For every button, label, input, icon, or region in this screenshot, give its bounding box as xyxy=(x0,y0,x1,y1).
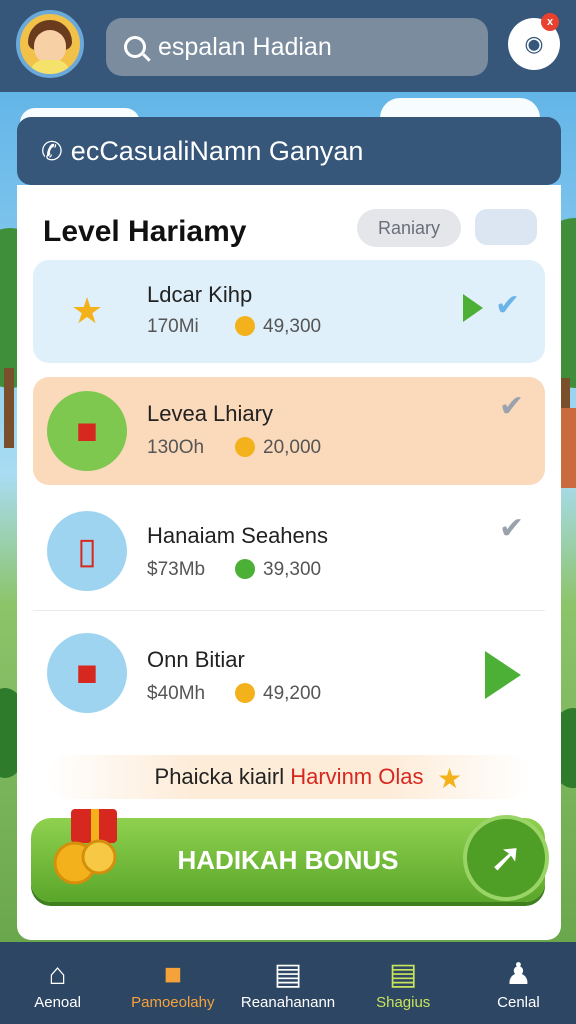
coin-icon xyxy=(235,559,255,579)
nav-item-list[interactable]: ▤ Reanahanann xyxy=(230,942,345,1024)
nav-item-home[interactable]: ⌂ Aenoal xyxy=(0,942,115,1024)
level-panel: Level Hariamy Raniary ★ Ldcar Kihp 170Mi… xyxy=(17,185,561,940)
item-size: 170Mi xyxy=(147,316,199,337)
nav-label: Shagius xyxy=(376,993,431,1011)
check-icon: ✔ xyxy=(499,390,525,423)
phone-icon: ▯ xyxy=(47,511,127,591)
gift-icon: ■ xyxy=(47,633,127,713)
banner-title: ecCasualiNamn Ganyan xyxy=(70,135,364,166)
nav-label: Aenoal xyxy=(34,993,81,1011)
nav-label: Reanahanann xyxy=(240,993,336,1011)
item-coins: 20,000 xyxy=(263,437,322,458)
list-item[interactable]: ★ Ldcar Kihp 170Mi 49,300 ✔ xyxy=(33,260,545,363)
bonus-label: HADIKAH BONUS xyxy=(177,845,399,875)
nav-item-shop[interactable]: ▤ Shagius xyxy=(346,942,461,1024)
profile-icon: ♟ xyxy=(504,957,532,991)
item-title: Ldcar Kihp xyxy=(147,282,253,307)
home-icon: ⌂ xyxy=(48,957,67,991)
section-banner: ✆ ecCasualiNamn Ganyan xyxy=(17,117,561,185)
search-text: espalan Hadian xyxy=(158,32,332,61)
item-size: $73Mb xyxy=(147,559,206,580)
toggle-pill[interactable] xyxy=(475,209,537,245)
coin-icon xyxy=(235,437,255,457)
list-item[interactable]: ▯ Hanaiam Seahens $73Mb 39,300 ✔ xyxy=(33,497,545,605)
shop-icon: ▤ xyxy=(389,957,418,991)
item-title: Levea Lhiary xyxy=(147,401,273,426)
star-icon: ★ xyxy=(437,763,463,794)
check-icon: ✔ xyxy=(499,512,525,545)
nav-label: Cenlal xyxy=(497,993,540,1011)
tag-icon: ✆ xyxy=(41,135,63,166)
badge-icon: ★ xyxy=(70,290,104,331)
play-icon[interactable] xyxy=(463,294,483,322)
play-icon[interactable] xyxy=(485,651,521,699)
item-size: $40Mh xyxy=(147,683,206,704)
bottom-nav: ⌂ Aenoal ■ Pamoeolahy ▤ Reanahanann ▤ Sh… xyxy=(0,942,576,1024)
gift-boxes-icon: ■ xyxy=(47,391,127,471)
panel-title: Level Hariamy xyxy=(43,215,247,248)
item-coins: 39,300 xyxy=(263,559,322,580)
item-coins: 49,300 xyxy=(263,316,322,337)
divider xyxy=(33,610,545,611)
check-icon: ✔ xyxy=(495,289,521,322)
search-bar[interactable]: espalan Hadian xyxy=(106,18,488,76)
coin-icon xyxy=(235,316,255,336)
item-title: Hanaiam Seahens xyxy=(147,523,329,548)
nav-label: Pamoeolahy xyxy=(131,993,215,1011)
list-icon: ▤ xyxy=(273,957,303,991)
item-title: Onn Bitiar xyxy=(147,647,245,672)
promo-highlight: Harvinm Olas xyxy=(290,764,424,789)
coin-icon xyxy=(235,683,255,703)
ranking-icon: ■ xyxy=(163,957,182,991)
list-item[interactable]: ■ Levea Lhiary 130Oh 20,000 ✔ xyxy=(33,377,545,485)
item-size: 130Oh xyxy=(147,437,205,458)
gift-coins-icon xyxy=(53,809,117,885)
list-item[interactable]: ■ Onn Bitiar $40Mh 49,200 xyxy=(33,617,545,731)
avatar[interactable] xyxy=(16,10,84,78)
search-icon xyxy=(124,36,146,58)
promo-text: Phaicka kiairl xyxy=(154,764,291,789)
notification-badge: x xyxy=(541,13,559,31)
item-coins: 49,200 xyxy=(263,683,322,704)
user-icon: ◉ xyxy=(524,31,544,56)
nav-item-ranking[interactable]: ■ Pamoeolahy xyxy=(115,942,230,1024)
filter-pill[interactable]: Raniary xyxy=(357,209,461,247)
nav-item-profile[interactable]: ♟ Cenlal xyxy=(461,942,576,1024)
arrow-icon[interactable]: ➚ xyxy=(463,815,549,901)
